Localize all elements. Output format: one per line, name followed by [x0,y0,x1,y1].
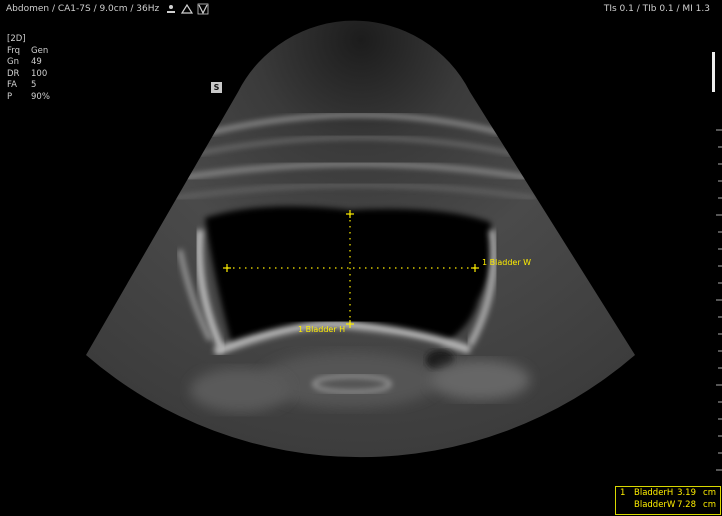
measurement-value: 7.28 [677,500,696,510]
param-row: DR 100 [7,69,50,81]
param-key: P [7,91,13,102]
exam-info: Abdomen / CA1-7S / 9.0cm / 36Hz [6,4,160,14]
imaging-parameters: [2D] Frq Gen Gn 49 DR 100 FA 5 P 90% [7,34,50,103]
depth-scale [712,52,722,471]
safety-indices: TIs 0.1 / TIb 0.1 / MI 1.3 [603,4,710,14]
freeze-icon [167,5,175,13]
param-key: Frq [7,45,21,56]
probe-icon [181,3,193,14]
measurement-name: BladderW [634,500,676,510]
measurement-number [620,499,634,511]
param-key: DR [7,68,20,79]
measurement-results: 1 BladderH 3.19 cm BladderW 7.28 cm [615,486,721,515]
param-row: Frq Gen [7,46,50,58]
probe-status-icons [165,3,209,15]
param-row: P 90% [7,92,50,104]
measurement-value: 3.19 [677,488,696,498]
param-value: 49 [31,57,42,67]
measurement-row: BladderW 7.28 cm [616,499,720,511]
measurement-row: 1 BladderH 3.19 cm [616,487,720,499]
param-value: 90% [31,91,50,102]
bladder-height-label: 1 Bladder H [298,325,346,334]
display-icon [197,3,209,15]
bladder-width-label: 1 Bladder W [482,258,532,267]
param-key: Gn [7,57,19,67]
param-row: Gn 49 [7,57,50,69]
measurement-name: BladderH [634,488,674,498]
measurement-unit: cm [703,488,716,498]
measurement-unit: cm [703,500,716,510]
param-key: FA [7,80,17,90]
param-value: Gen [31,45,49,56]
param-row: [2D] [7,34,50,46]
param-value: 5 [31,80,37,90]
param-value: 100 [31,68,48,79]
param-row: FA 5 [7,80,50,92]
measurement-number: 1 [620,488,626,498]
ultrasound-image [86,20,635,458]
param-key: [2D] [7,34,26,44]
orientation-marker: S [211,82,222,93]
